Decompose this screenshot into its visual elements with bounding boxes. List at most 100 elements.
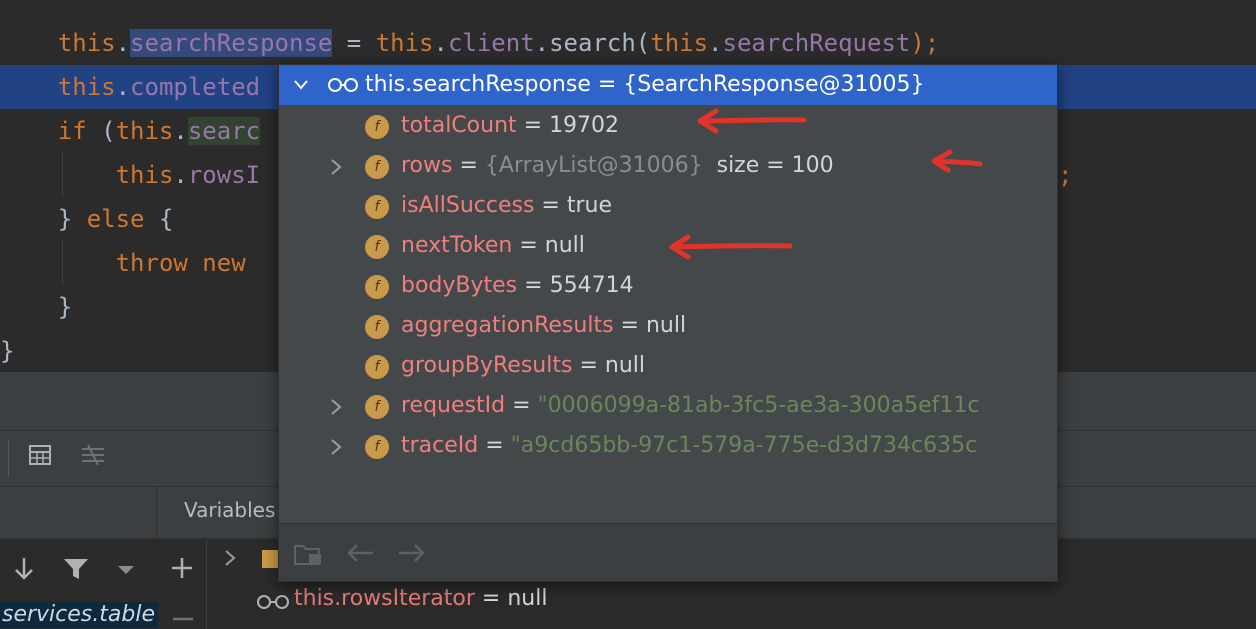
field-icon: f bbox=[365, 395, 389, 419]
kw-if: if bbox=[57, 117, 87, 145]
brace-close: } bbox=[0, 337, 15, 365]
field-value: null bbox=[645, 313, 687, 338]
field-rowsI: rowsI bbox=[187, 161, 261, 189]
method-call: .search( bbox=[534, 29, 651, 57]
annotation-arrow-icon bbox=[669, 234, 793, 260]
toolbar-divider bbox=[8, 439, 9, 477]
annotation-arrow-icon bbox=[697, 108, 807, 134]
field-icon: f bbox=[365, 435, 389, 459]
field-value: null bbox=[604, 353, 645, 378]
popup-header[interactable]: this.searchResponse = {SearchResponse@31… bbox=[279, 65, 1057, 105]
chevron-right-icon[interactable] bbox=[329, 438, 343, 456]
field-name: traceId bbox=[401, 433, 479, 458]
dot: . bbox=[708, 29, 723, 57]
evaluate-popup[interactable]: this.searchResponse = {SearchResponse@31… bbox=[278, 64, 1058, 582]
field-name: rows bbox=[401, 153, 453, 178]
field-eq: = bbox=[613, 313, 646, 338]
kw-else: else bbox=[86, 205, 145, 233]
field-searchResponse[interactable]: searchResponse bbox=[130, 29, 333, 57]
forward-arrow-icon[interactable] bbox=[397, 542, 427, 564]
field-eq: = bbox=[478, 433, 511, 458]
kw-this: this bbox=[650, 29, 709, 57]
tab-divider bbox=[156, 487, 157, 539]
field-icon: f bbox=[365, 155, 389, 179]
dot: . bbox=[115, 73, 131, 101]
field-name: requestId bbox=[401, 393, 506, 418]
watch-name: this.rowsIterator bbox=[294, 586, 475, 611]
brace-open: { bbox=[144, 205, 174, 233]
annotation-arrow-icon bbox=[931, 149, 983, 173]
field-eq: = bbox=[517, 273, 550, 298]
field-row-traceId[interactable]: f traceId = "a9cd65bb-97c1-579a-775e-d3d… bbox=[279, 426, 1057, 466]
field-row-aggregationResults[interactable]: f aggregationResults = null bbox=[279, 306, 1057, 346]
field-eq: = bbox=[516, 113, 550, 138]
field-row-totalCount[interactable]: f totalCount = 19702 bbox=[279, 106, 1057, 146]
watch-rowsIterator[interactable]: this.rowsIterator = null bbox=[294, 586, 547, 611]
dropdown-icon[interactable] bbox=[116, 564, 136, 576]
field-eq: = bbox=[452, 153, 485, 178]
assign: = bbox=[332, 29, 376, 57]
back-arrow-icon[interactable] bbox=[345, 542, 375, 564]
field-icon: f bbox=[365, 195, 389, 219]
arrow-down-icon[interactable] bbox=[12, 556, 36, 582]
filter-icon[interactable] bbox=[62, 556, 90, 582]
brace: } bbox=[57, 205, 87, 233]
brace-close: } bbox=[57, 293, 73, 321]
field-client: client bbox=[447, 29, 535, 57]
kw-new: new bbox=[202, 249, 246, 277]
threads-icon[interactable] bbox=[80, 443, 106, 467]
field-size: size = 100 bbox=[716, 153, 834, 178]
field-icon: f bbox=[365, 315, 389, 339]
dot: . bbox=[115, 29, 131, 57]
tab-variables[interactable]: Variables bbox=[184, 498, 275, 522]
kw-this: this bbox=[115, 117, 174, 145]
field-name: totalCount bbox=[401, 113, 517, 138]
field-name: aggregationResults bbox=[401, 313, 614, 338]
expand-arrow-icon[interactable] bbox=[222, 548, 238, 568]
add-icon[interactable] bbox=[170, 556, 194, 580]
popup-footer bbox=[279, 523, 1057, 581]
field-icon: f bbox=[365, 275, 389, 299]
vars-divider bbox=[206, 539, 207, 629]
field-name: bodyBytes bbox=[401, 273, 518, 298]
field-name: nextToken bbox=[401, 233, 513, 258]
field-value: 19702 bbox=[549, 113, 620, 138]
kw-this: this bbox=[57, 73, 116, 101]
open-in-window-icon[interactable] bbox=[293, 540, 325, 568]
field-row-requestId[interactable]: f requestId = "0006099a-81ab-3fc5-ae3a-3… bbox=[279, 386, 1057, 426]
field-eq: = bbox=[572, 353, 605, 378]
dot: . bbox=[173, 161, 188, 189]
indent-guide bbox=[62, 153, 63, 197]
field-eq: = bbox=[512, 233, 545, 258]
kw-throw: throw bbox=[115, 249, 188, 277]
chevron-down-icon[interactable] bbox=[293, 78, 309, 92]
field-completed: completed bbox=[130, 73, 261, 101]
field-value: true bbox=[566, 193, 612, 218]
chevron-right-icon[interactable] bbox=[329, 158, 343, 176]
semicolon: ; bbox=[1058, 161, 1073, 189]
frame-services[interactable]: services.table bbox=[0, 602, 158, 628]
paren: ( bbox=[86, 117, 116, 145]
field-eq: = bbox=[534, 193, 567, 218]
field-value: 554714 bbox=[549, 273, 634, 298]
chevron-right-icon[interactable] bbox=[329, 398, 343, 416]
remove-icon[interactable] bbox=[172, 616, 194, 622]
close-paren: ); bbox=[910, 29, 940, 57]
field-row-bodyBytes[interactable]: f bodyBytes = 554714 bbox=[279, 266, 1057, 306]
list-icon bbox=[262, 550, 278, 568]
field-row-groupByResults[interactable]: f groupByResults = null bbox=[279, 346, 1057, 386]
glasses-icon bbox=[328, 78, 358, 92]
field-searc: searc bbox=[187, 117, 261, 145]
watch-value: null bbox=[507, 586, 548, 611]
dot: . bbox=[433, 29, 448, 57]
field-string-value: "0006099a-81ab-3fc5-ae3a-300a5ef11c bbox=[537, 393, 980, 418]
table-icon[interactable] bbox=[28, 443, 52, 467]
field-value: null bbox=[544, 233, 585, 258]
popup-title: this.searchResponse = {SearchResponse@31… bbox=[365, 72, 925, 97]
field-name: isAllSuccess bbox=[401, 193, 535, 218]
field-row-isAllSuccess[interactable]: f isAllSuccess = true bbox=[279, 186, 1057, 226]
kw-this: this bbox=[115, 161, 174, 189]
field-icon: f bbox=[365, 115, 389, 139]
watch-glasses-icon bbox=[257, 595, 289, 609]
